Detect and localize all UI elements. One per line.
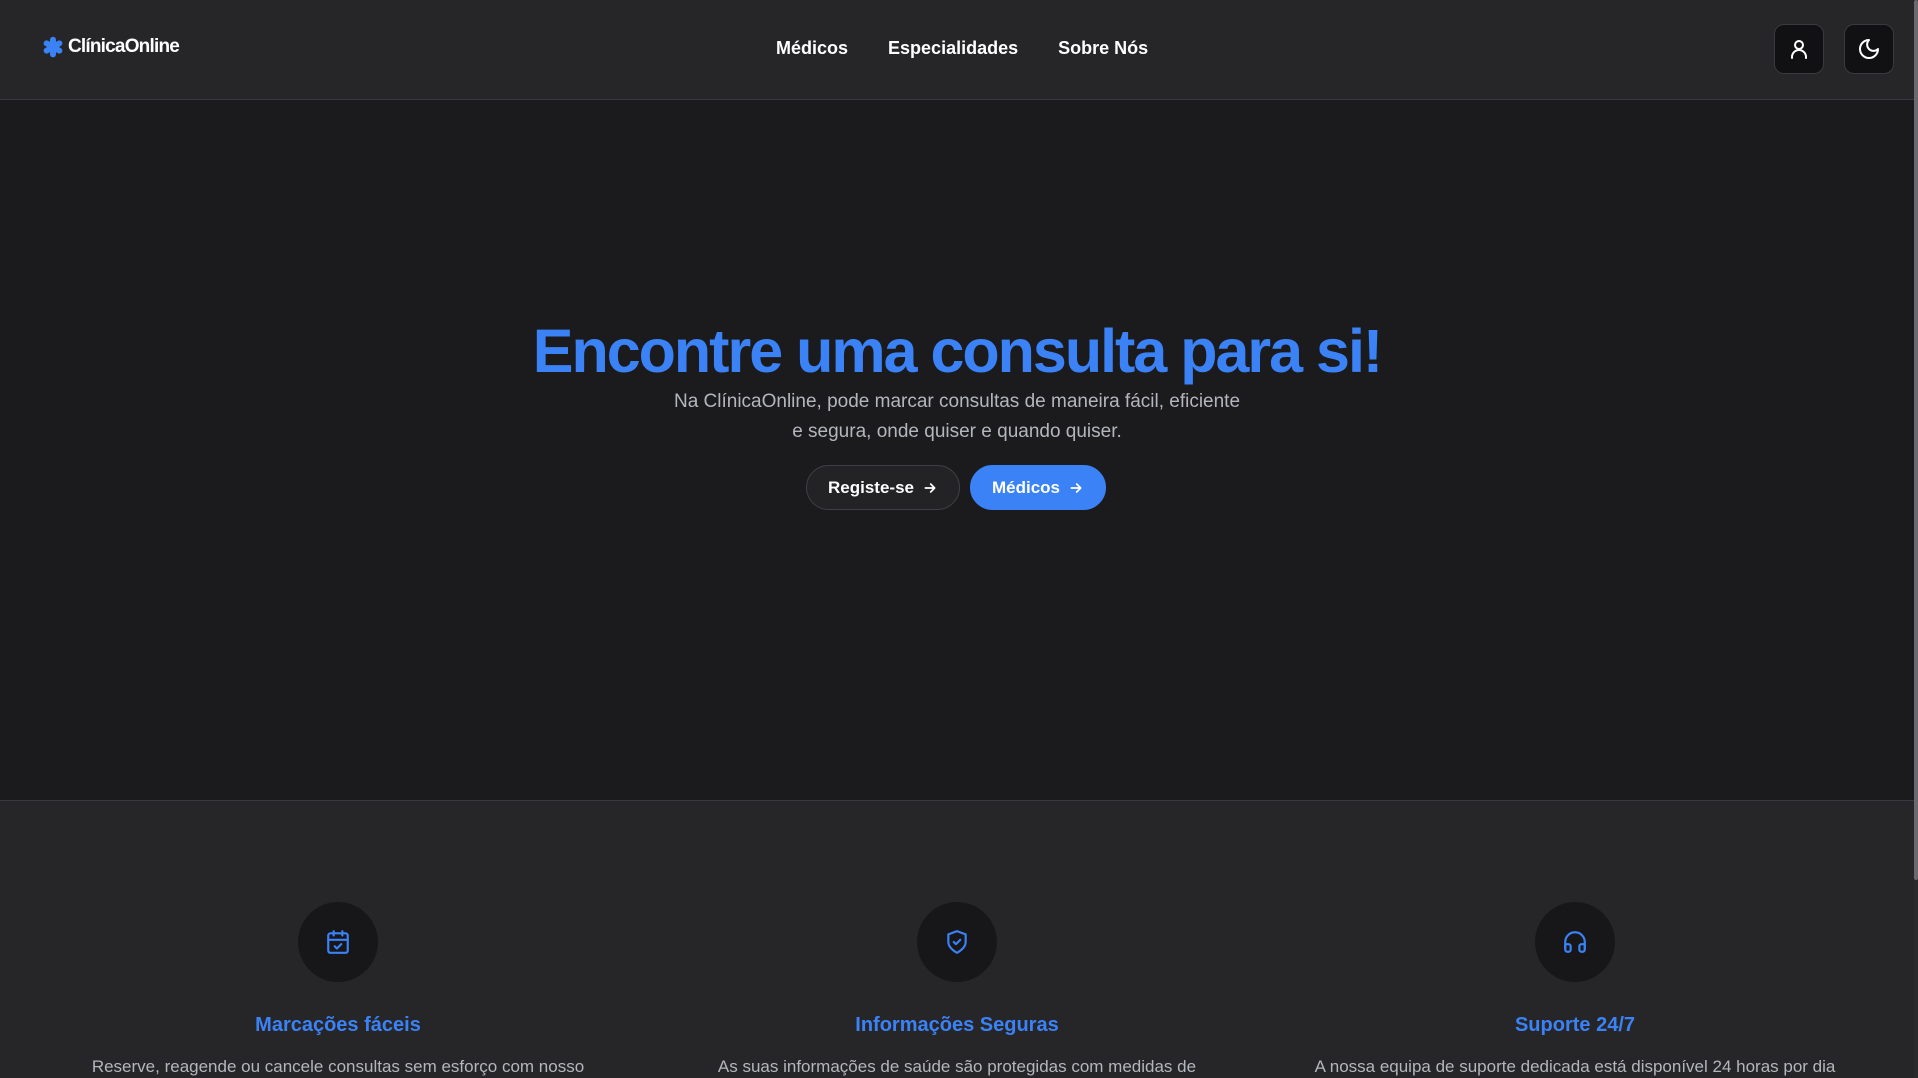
hero-title: Encontre uma consulta para si! bbox=[532, 317, 1383, 385]
hero-subtitle-line-2: e segura, onde quiser e quando quiser. bbox=[792, 421, 1122, 442]
feature-card-secure-info: Informações Seguras As suas informações … bbox=[677, 801, 1237, 1078]
page: ClínicaOnline Médicos Especialidades Sob… bbox=[0, 0, 1918, 1078]
logo-text: ClínicaOnline bbox=[68, 36, 180, 57]
site-header: ClínicaOnline Médicos Especialidades Sob… bbox=[0, 0, 1914, 100]
doctors-button[interactable]: Médicos bbox=[969, 465, 1107, 510]
hero-subtitle: Na ClínicaOnline, pode marcar consultas … bbox=[657, 387, 1257, 447]
feature-icon-circle bbox=[298, 902, 378, 982]
feature-description: As suas informações de saúde são protegi… bbox=[717, 1057, 1197, 1076]
scrollbar-thumb[interactable] bbox=[1914, 0, 1918, 880]
features-section: Marcações fáceis Reserve, reagende ou ca… bbox=[0, 800, 1914, 1078]
headphones-icon bbox=[1564, 931, 1586, 953]
account-button[interactable] bbox=[1774, 24, 1824, 74]
feature-title: Suporte 24/7 bbox=[1514, 1014, 1636, 1036]
nav-link-medicos[interactable]: Médicos bbox=[776, 38, 848, 59]
doctors-button-label: Médicos bbox=[991, 477, 1061, 497]
feature-description: Reserve, reagende ou cancele consultas s… bbox=[91, 1057, 585, 1076]
nav-link-especialidades[interactable]: Especialidades bbox=[888, 38, 1018, 59]
feature-title: Informações Seguras bbox=[855, 1014, 1059, 1036]
logo-link[interactable]: ClínicaOnline bbox=[42, 36, 180, 58]
feature-card-easy-booking: Marcações fáceis Reserve, reagende ou ca… bbox=[58, 801, 618, 1078]
theme-toggle-button[interactable] bbox=[1844, 24, 1894, 74]
page-scrollbar[interactable] bbox=[1914, 0, 1918, 1078]
nav-link-sobre-nos[interactable]: Sobre Nós bbox=[1058, 38, 1148, 59]
moon-icon bbox=[1859, 39, 1879, 59]
arrow-right-icon bbox=[1070, 482, 1082, 493]
arrow-right-icon bbox=[924, 482, 936, 493]
hero-section: Encontre uma consulta para si! Na Clínic… bbox=[0, 101, 1914, 800]
feature-icon-circle bbox=[917, 902, 997, 982]
feature-description: A nossa equipa de suporte dedicada está … bbox=[1314, 1057, 1836, 1076]
feature-title: Marcações fáceis bbox=[255, 1014, 421, 1036]
hero-subtitle-line-1: Na ClínicaOnline, pode marcar consultas … bbox=[673, 391, 1241, 412]
calendar-check-icon bbox=[327, 930, 349, 954]
hero-actions: Registe-se Médicos bbox=[806, 465, 1107, 510]
register-button[interactable]: Registe-se bbox=[806, 465, 960, 510]
feature-icon-circle bbox=[1535, 902, 1615, 982]
shield-check-icon bbox=[947, 930, 967, 954]
asterisk-logo-icon bbox=[43, 36, 63, 58]
feature-card-support: Suporte 24/7 A nossa equipa de suporte d… bbox=[1295, 801, 1855, 1078]
register-button-label: Registe-se bbox=[828, 477, 914, 497]
main-nav: Médicos Especialidades Sobre Nós bbox=[776, 38, 1148, 59]
user-icon bbox=[1791, 40, 1807, 59]
